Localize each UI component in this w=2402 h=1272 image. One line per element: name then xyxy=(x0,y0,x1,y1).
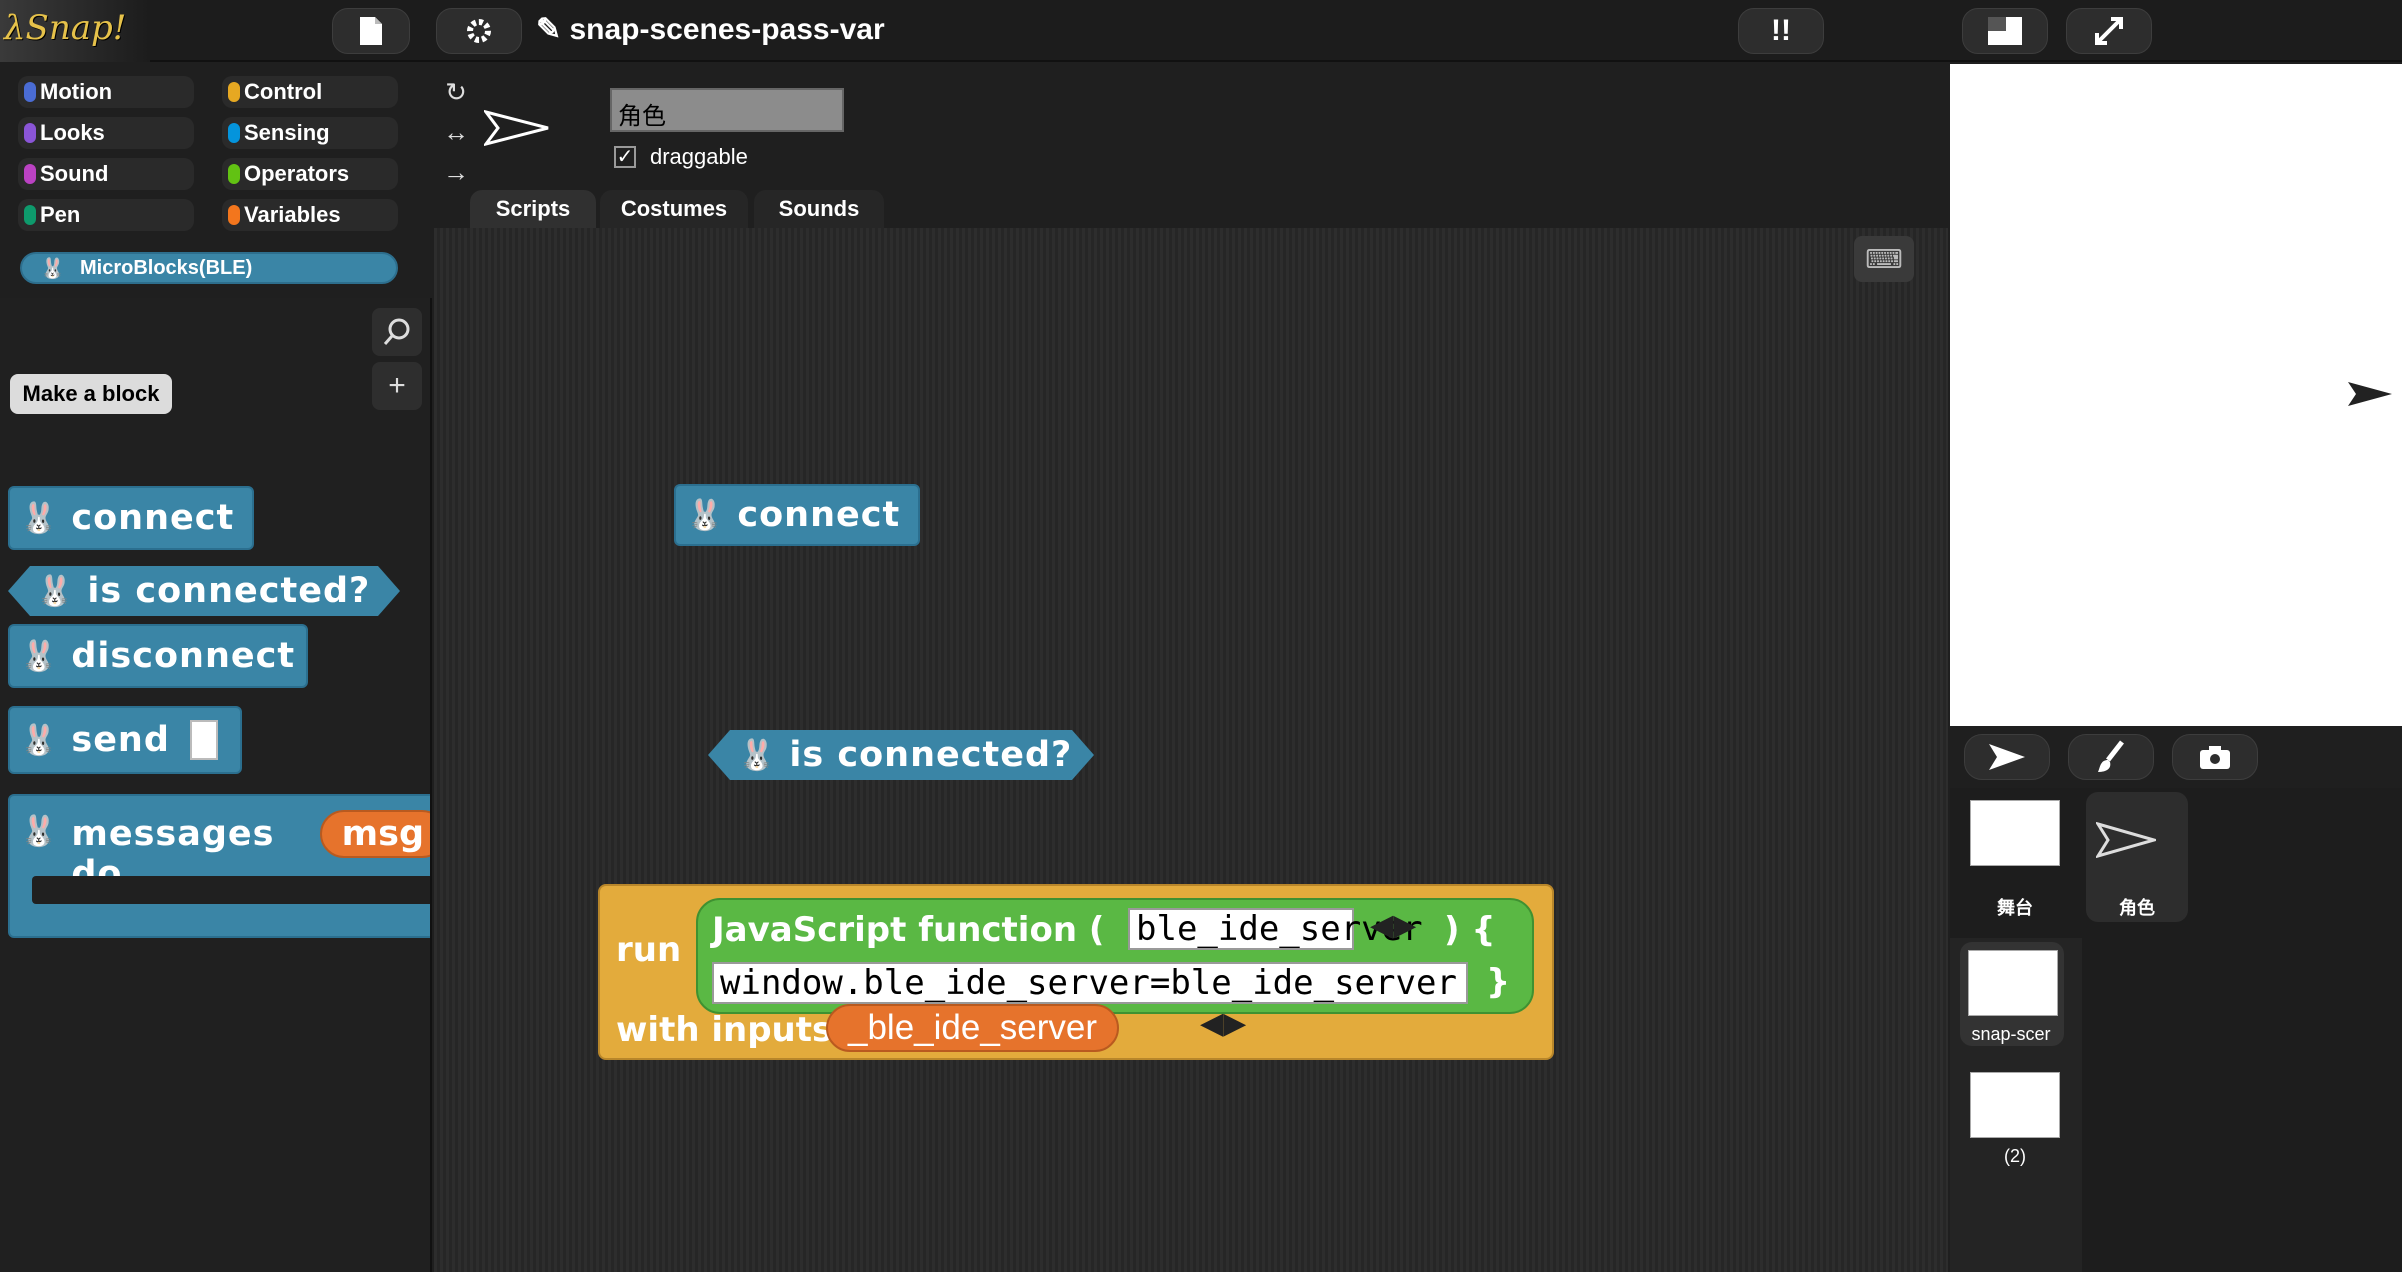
run-block[interactable]: run JavaScript function ( ble_ide_server… xyxy=(598,884,1554,1060)
bunny-icon: 🐰 xyxy=(36,573,74,609)
no-rotate-button[interactable]: → xyxy=(438,154,474,190)
camera-icon xyxy=(2200,746,2230,769)
palette-search-button[interactable] xyxy=(372,308,422,356)
scene-thumbnail xyxy=(1968,950,2058,1016)
keyboard-entry-button[interactable]: ⌨ xyxy=(1854,236,1914,282)
stage-size-button[interactable] xyxy=(1962,8,2048,54)
category-control[interactable]: Control xyxy=(222,76,398,108)
bunny-icon: 🐰 xyxy=(20,638,58,674)
palette-block-disconnect[interactable]: 🐰 disconnect xyxy=(8,624,308,688)
gear-icon xyxy=(467,19,491,43)
stage-label: 舞台 xyxy=(1997,898,2033,918)
category-motion[interactable]: Motion xyxy=(18,76,194,108)
bunny-icon: 🐰 xyxy=(738,737,776,773)
arrows-icon[interactable]: ◀▶ xyxy=(1370,908,1416,943)
script-block-is-connected[interactable]: 🐰 is connected? xyxy=(708,730,1094,780)
rotate-any-button[interactable]: ↻ xyxy=(438,74,474,110)
palette-block-send[interactable]: 🐰 send xyxy=(8,706,242,774)
palette-block-is-connected[interactable]: 🐰 is connected? xyxy=(8,566,400,616)
fullscreen-icon xyxy=(2095,17,2123,45)
add-block-button[interactable]: + xyxy=(372,362,422,410)
sprite-turtle-icon xyxy=(484,110,549,146)
rotate-lr-button[interactable]: ↔ xyxy=(438,114,474,150)
snap-logo[interactable]: λSnap! xyxy=(0,0,150,62)
file-icon xyxy=(360,17,382,45)
turtle-icon xyxy=(1989,744,2025,770)
scene-label: (2) xyxy=(2004,1146,2026,1166)
camera-sprite-button[interactable] xyxy=(2172,734,2258,780)
plus-icon: + xyxy=(388,369,406,402)
add-turtle-sprite-button[interactable] xyxy=(1964,734,2050,780)
top-bar: λSnap! ✎ snap-scenes-pass-var !! xyxy=(0,0,2402,62)
category-operators[interactable]: Operators xyxy=(222,158,398,190)
unused-blocks-button[interactable]: !! xyxy=(1738,8,1824,54)
sprite-name-field[interactable]: 角色 xyxy=(610,88,844,132)
scene-album: snap-scer (2) xyxy=(1950,938,2082,1272)
checkmark-icon: ✓ xyxy=(614,146,636,168)
scene-item-selected[interactable]: snap-scer xyxy=(1960,942,2064,1046)
search-icon xyxy=(383,318,410,345)
tab-costumes[interactable]: Costumes xyxy=(600,190,748,228)
tab-scripts[interactable]: Scripts xyxy=(470,190,596,228)
send-input-slot[interactable] xyxy=(189,720,218,760)
c-slot xyxy=(32,876,430,904)
bunny-icon: 🐰 xyxy=(686,497,724,533)
category-variables[interactable]: Variables xyxy=(222,199,398,231)
bunny-icon: 🐰 xyxy=(20,722,58,758)
settings-button[interactable] xyxy=(436,8,522,54)
bunny-icon: 🐰 xyxy=(20,500,58,536)
category-pen[interactable]: Pen xyxy=(18,199,194,231)
stage-thumbnail[interactable] xyxy=(1970,800,2060,866)
msg-variable[interactable]: msg xyxy=(319,810,430,858)
paintbrush-icon xyxy=(2098,740,2124,772)
footprints-icon: !! xyxy=(1771,14,1791,47)
make-a-block-button[interactable]: Make a block xyxy=(10,374,172,414)
stage-size-icon xyxy=(1988,17,2022,45)
category-microblocks-ble[interactable]: 🐰 MicroBlocks(BLE) xyxy=(20,252,398,284)
category-sound[interactable]: Sound xyxy=(18,158,194,190)
fullscreen-button[interactable] xyxy=(2066,8,2152,54)
arrows-icon[interactable]: ◀▶ xyxy=(1200,1006,1246,1041)
scripts-area[interactable]: ⌨ 🐰 connect 🐰 is connected? run JavaScript… xyxy=(434,228,1948,1272)
category-sensing[interactable]: Sensing xyxy=(222,117,398,149)
script-block-connect[interactable]: 🐰 connect xyxy=(674,484,920,546)
category-looks[interactable]: Looks xyxy=(18,117,194,149)
paint-new-sprite-button[interactable] xyxy=(2068,734,2154,780)
js-param-slot[interactable]: ble_ide_server xyxy=(1128,908,1423,950)
scene-thumbnail[interactable] xyxy=(1970,1072,2060,1138)
bunny-icon: 🐰 xyxy=(40,257,65,280)
keyboard-icon: ⌨ xyxy=(1865,243,1903,274)
sprite-icon-selected[interactable]: 角色 xyxy=(2086,792,2188,922)
palette-block-connect[interactable]: 🐰 connect xyxy=(8,486,254,550)
js-body-slot[interactable]: window.ble_ide_server=ble_ide_server xyxy=(712,962,1468,1004)
bunny-icon: 🐰 xyxy=(20,814,58,849)
file-menu-button[interactable] xyxy=(332,8,410,54)
block-palette: + Make a block 🐰 connect 🐰 is connected? 🐰… xyxy=(0,298,432,1272)
stage[interactable] xyxy=(1950,64,2402,726)
palette-block-messages-do[interactable]: 🐰 messages do msg xyxy=(8,794,430,938)
sprite-turtle-icon[interactable] xyxy=(2346,380,2394,408)
project-title: ✎ snap-scenes-pass-var xyxy=(536,13,885,46)
ble-ide-server-variable[interactable]: _ble_ide_server xyxy=(826,1004,1120,1052)
javascript-function-block[interactable]: JavaScript function ( ble_ide_server ◀▶ … xyxy=(696,898,1534,1014)
turtle-icon xyxy=(2096,822,2156,858)
tab-sounds[interactable]: Sounds xyxy=(754,190,884,228)
category-selector: Motion Looks Sound Pen Control Sensing O… xyxy=(0,64,432,298)
draggable-checkbox[interactable]: ✓ draggable xyxy=(614,144,748,170)
